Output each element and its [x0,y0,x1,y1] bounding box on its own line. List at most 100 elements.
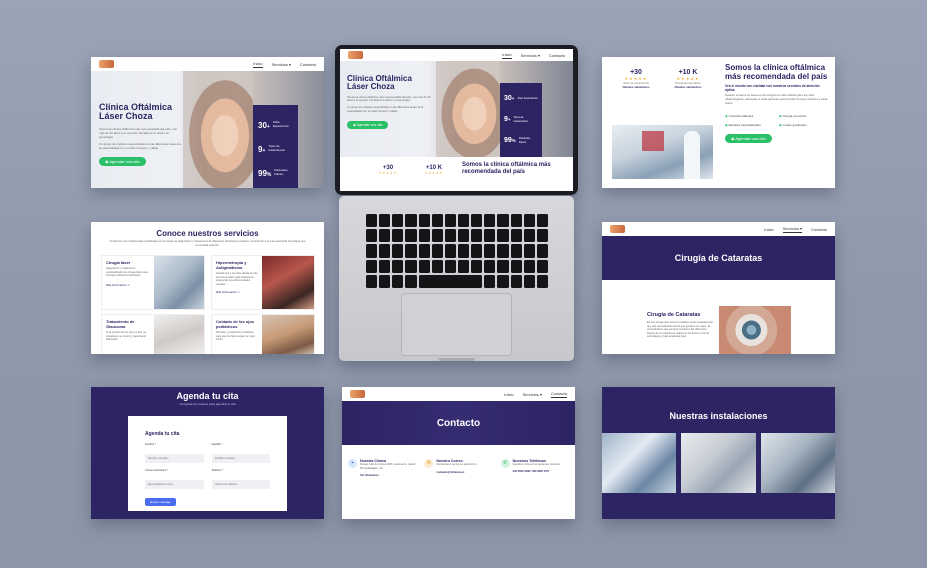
keyboard-key [366,274,378,288]
feature-item: ▣ Estudios especializados [725,123,761,128]
first-name-input[interactable] [145,454,204,463]
service-hyperopia-link[interactable]: Más información ➚ [216,290,258,294]
keyboard-key [431,229,443,243]
service-laser-link[interactable]: Más información ➚ [106,283,150,287]
appointment-page-preview: Agenda tu cita Completa los campos para … [91,387,324,519]
phone-input[interactable] [211,480,270,489]
service-hyperopia-text: Hipermetropía y Astigmatismo Atendemos a… [212,256,262,309]
appointment-form: Agenda tu cita Nombre * Apellido * Corre… [128,416,287,511]
hero-cta-label: Agendar una cita [109,159,140,165]
nav-services[interactable]: Servicios ▾ [521,53,540,58]
keyboard-key [392,259,404,273]
nav-services-label: Servicios [522,391,539,397]
nav-home[interactable]: Inicio [502,52,512,59]
keyboard-key [444,229,456,243]
rating-stars: ★★★★★ [424,171,444,175]
keyboard-key [497,214,509,228]
nav-services[interactable]: Servicios ▾ [523,392,542,397]
service-hyperopia-title: Hipermetropía y Astigmatismo [216,260,247,270]
keyboard-key [458,214,470,228]
contact-email-link[interactable]: contacto@clinicasoo [436,470,476,474]
keyboard-key [392,214,404,228]
cataract-section-title: Cirugía de Cataratas [647,312,701,318]
contact-clinic-link[interactable]: Ver Ubicación [360,473,416,477]
keyboard-key [536,214,548,228]
last-name-input[interactable] [211,454,270,463]
service-pediatric-text: Cuidado de los ojos pediátricos Revisión… [212,315,262,354]
email-input[interactable] [145,480,204,489]
service-glaucoma-photo [154,315,204,354]
keyboard-key [405,274,417,288]
about-stat-2: +10 K ★★★★★ [416,165,452,175]
hero-paragraph-2: Un grupo de médicos especialistas en las… [347,106,424,113]
last-name-label: Apellido * [211,443,223,446]
service-pediatric-photo [262,315,314,354]
keyboard-key [484,244,496,258]
service-card-hyperopia[interactable]: Hipermetropía y Astigmatismo Atendemos a… [211,255,315,310]
hero-page-preview: Inicio Servicios ▾ Contacto Clínica Oftá… [91,57,324,188]
cataract-text: Cirugía de Cataratas Es una cirugía que … [647,312,713,339]
keyboard-key [471,259,483,273]
rating-stars: ★★★★★ [378,171,398,175]
nav-home[interactable]: Inicio [764,227,773,232]
service-pediatric-desc: Revisión y tratamiento pediátrico para q… [216,331,256,341]
email-group: Correo electrónico * [145,469,204,490]
hero-title-line2: Láser Choza [99,111,153,122]
about-stat-2-number: +10 K [678,69,698,76]
hero-photo [436,61,500,157]
about-stat-1: +30 ★★★★★ [370,165,406,175]
service-card-laser[interactable]: Cirugía láser Diagnóstico y tratamiento … [101,255,205,310]
arrow-icon: ➚ [237,290,240,294]
nav-home[interactable]: Inicio [504,392,513,397]
feature-item: ▣ Consulta oftálmica [725,114,754,119]
service-card-glaucoma[interactable]: Tratamiento de Glaucoma Si la presión de… [101,314,205,354]
laptop-hinge-notch [438,358,475,361]
about-cta-label: Agendar una cita [735,136,766,142]
about-title: Somos la clínica oftálmica más recomenda… [462,162,551,175]
submit-button[interactable]: Enviar mensaje [145,498,176,506]
top-navigation: Inicio Servicios ▾ Contacto [340,49,573,61]
contact-phones-link[interactable]: 333 3600 1080 / 333 3600 1077 [513,470,560,473]
nav-home[interactable]: Inicio [253,61,263,68]
hero-cta-label: Agendar una cita [356,123,383,128]
stat-years: 30+ Años Experiencia [504,88,538,109]
appointment-title: Agenda tu cita [176,391,239,401]
keyboard-key [431,244,443,258]
facility-photo-1 [602,433,677,493]
nav-contact[interactable]: Contacto [549,53,565,58]
hero-cta-button[interactable]: ◉ Agendar una cita [99,157,146,167]
nav-contact[interactable]: Contacto [550,391,567,398]
hero-cta-button[interactable]: ◉ Agendar una cita [347,121,389,130]
keyboard-key [523,274,535,288]
service-hyperopia-photo [262,256,314,309]
keyboard-key [366,244,378,258]
service-hyperopia-desc: Atendemos a tus hijos desde la más tempr… [216,272,258,286]
stat-treatments-label: Tipos de tratamientos [513,116,528,123]
nav-contact[interactable]: Contacto [811,227,827,232]
keyboard-key [366,214,378,228]
hero-stats-panel: 30+ Años Experiencia 9+ Tipos de tratami… [500,83,542,157]
keyboard-key [458,229,470,243]
contact-clinic: ⌖ Nuestra Clínica Pasaje Julio de Cortes… [348,459,416,477]
stat-years-number: 30+ [258,120,270,130]
keyboard-key [379,259,391,273]
facility-photo-3 [760,433,835,493]
service-card-pediatric[interactable]: Cuidado de los ojos pediátricos Revisión… [211,314,315,354]
service-laser-photo [154,256,204,309]
stat-patients-number: 99% [258,168,272,178]
keyboard-key [536,259,548,273]
keyboard-key [431,214,443,228]
about-stat-2: +10 K ★★★★★ Pacientes atendidos Clientes… [666,69,710,89]
contact-banner-title: Contacto [436,417,481,429]
keyboard-key [523,259,535,273]
hero-photo [183,71,253,188]
top-navigation: Inicio Servicios ▾ Contacto [342,387,575,401]
nav-services[interactable]: Servicios ▾ [782,225,802,233]
hero-section: Clínica Oftálmica Láser Choza Somos la c… [340,61,573,157]
keyboard-key [523,229,535,243]
nav-services[interactable]: Servicios ▾ [272,62,291,67]
keyboard-key [405,244,417,258]
about-cta-button[interactable]: ◉ Agendar una cita [725,134,772,144]
nav-services-label: Servicios [782,225,799,231]
nav-contact[interactable]: Contacto [300,62,316,67]
